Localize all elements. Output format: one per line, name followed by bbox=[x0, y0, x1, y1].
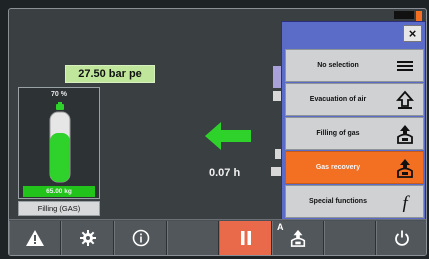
menu-item-special-functions[interactable]: Special functions f bbox=[285, 185, 424, 218]
settings-button[interactable] bbox=[61, 221, 114, 255]
cylinder-arrow-out-icon bbox=[397, 159, 413, 178]
hmi-screen: 27.50 bar pe 70 % 65.00 kg Filling (GAS)… bbox=[8, 8, 427, 256]
auto-mode-button[interactable]: A bbox=[272, 221, 324, 255]
cylinder-arrow-in-icon bbox=[397, 125, 413, 144]
bottom-toolbar: A bbox=[9, 219, 426, 255]
warning-button[interactable] bbox=[9, 221, 61, 255]
svg-text:f: f bbox=[402, 193, 410, 212]
auto-mode-icon bbox=[290, 229, 306, 247]
weight-bar: 65.00 kg bbox=[23, 186, 95, 197]
fill-percent-label: 70 % bbox=[51, 91, 67, 98]
pressure-readout: 27.50 bar pe bbox=[65, 65, 155, 83]
gas-cylinder-icon bbox=[49, 102, 71, 183]
fill-mode-label: Filling (GAS) bbox=[18, 201, 100, 216]
time-readout: 0.07 h bbox=[209, 167, 241, 179]
power-icon bbox=[395, 230, 409, 246]
flow-direction-arrow-icon bbox=[205, 122, 251, 150]
status-corner-indicator bbox=[394, 11, 414, 19]
toolbar-blank-button[interactable] bbox=[167, 221, 219, 255]
menu-item-no-selection[interactable]: No selection bbox=[285, 49, 424, 82]
menu-item-label: Special functions bbox=[309, 198, 367, 205]
function-f-icon: f bbox=[402, 193, 410, 212]
pause-icon bbox=[240, 231, 251, 245]
menu-lines-icon bbox=[397, 61, 413, 71]
auto-label: A bbox=[277, 222, 284, 232]
mode-selection-menu: × No selection Evacuation of air Filling… bbox=[281, 21, 426, 221]
pause-button[interactable] bbox=[219, 221, 272, 255]
gear-icon bbox=[79, 230, 96, 246]
power-button[interactable] bbox=[376, 221, 426, 255]
menu-item-gas-recovery[interactable]: Gas recovery bbox=[285, 151, 424, 184]
menu-item-label: Filling of gas bbox=[316, 130, 360, 137]
info-button[interactable] bbox=[114, 221, 167, 255]
menu-item-filling-of-gas[interactable]: Filling of gas bbox=[285, 117, 424, 150]
toolbar-blank-button[interactable] bbox=[324, 221, 376, 255]
outline-arrow-up-icon bbox=[396, 90, 414, 109]
close-button[interactable]: × bbox=[403, 25, 422, 42]
menu-item-label: No selection bbox=[317, 62, 359, 69]
menu-item-label: Gas recovery bbox=[315, 164, 361, 171]
cylinder-panel[interactable]: 70 % 65.00 kg bbox=[18, 87, 100, 199]
warning-icon bbox=[26, 230, 44, 246]
menu-item-evacuation-of-air[interactable]: Evacuation of air bbox=[285, 83, 424, 116]
info-icon bbox=[132, 229, 149, 247]
menu-item-label: Evacuation of air bbox=[309, 96, 367, 103]
